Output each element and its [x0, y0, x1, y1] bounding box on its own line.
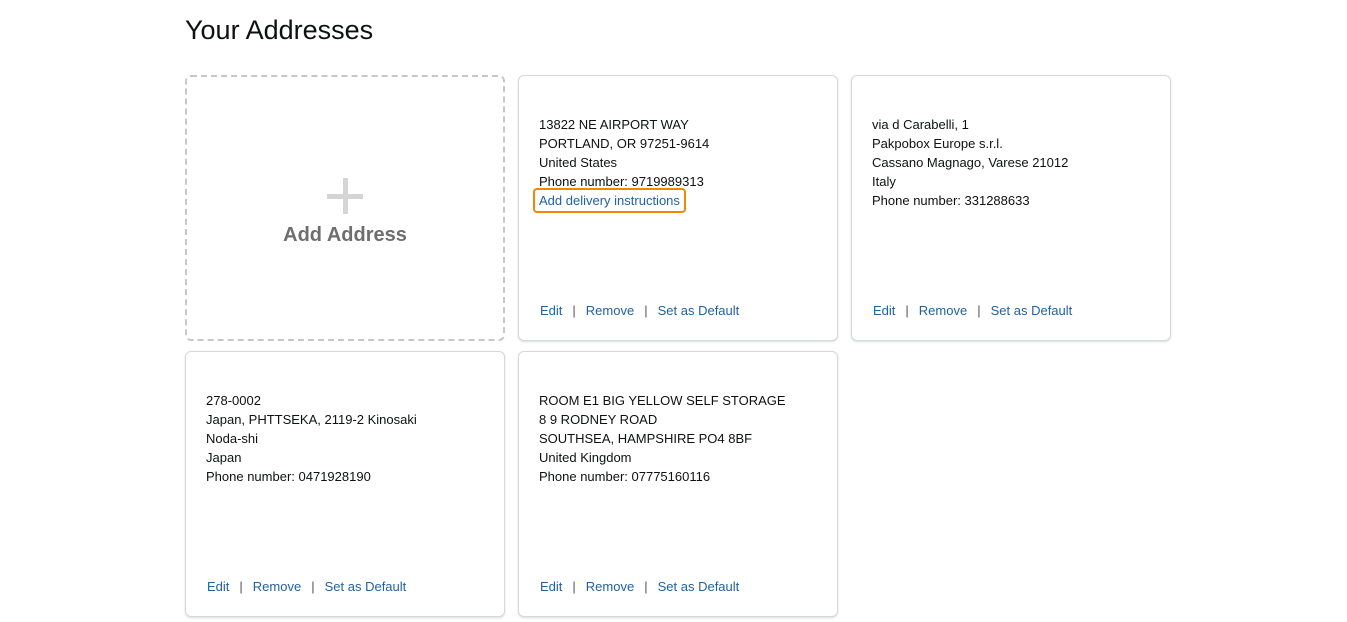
add-address-label: Add Address	[283, 223, 407, 246]
address-line: Cassano Magnago, Varese 21012	[872, 155, 1069, 170]
edit-link[interactable]: Edit	[207, 579, 229, 594]
address-card: via d Carabelli, 1 Pakpobox Europe s.r.l…	[851, 75, 1171, 341]
address-line: Pakpobox Europe s.r.l.	[872, 136, 1003, 151]
address-block: 13822 NE AIRPORT WAY PORTLAND, OR 97251-…	[533, 115, 710, 213]
add-address-card[interactable]: Add Address	[185, 75, 505, 341]
separator: |	[905, 303, 909, 318]
edit-link[interactable]: Edit	[873, 303, 895, 318]
address-block: 278-0002 Japan, PHTTSEKA, 2119-2 Kinosak…	[206, 391, 417, 486]
edit-link[interactable]: Edit	[540, 303, 562, 318]
address-line: SOUTHSEA, HAMPSHIRE PO4 8BF	[539, 431, 753, 446]
address-card: 13822 NE AIRPORT WAY PORTLAND, OR 97251-…	[518, 75, 838, 341]
address-block: via d Carabelli, 1 Pakpobox Europe s.r.l…	[872, 115, 1068, 210]
address-line: via d Carabelli, 1	[872, 117, 969, 132]
address-line: Japan, PHTTSEKA, 2119-2 Kinosaki	[206, 412, 417, 427]
plus-icon	[327, 177, 363, 214]
add-delivery-instructions-link[interactable]: Add delivery instructions	[533, 188, 686, 213]
address-actions: Edit | Remove | Set as Default	[873, 301, 1072, 320]
page-title: Your Addresses	[185, 15, 374, 45]
address-actions: Edit | Remove | Set as Default	[207, 577, 406, 596]
set-as-default-link[interactable]: Set as Default	[991, 303, 1073, 318]
set-as-default-link[interactable]: Set as Default	[658, 579, 740, 594]
remove-link[interactable]: Remove	[586, 303, 634, 318]
separator: |	[239, 579, 243, 594]
remove-link[interactable]: Remove	[586, 579, 634, 594]
separator: |	[572, 303, 576, 318]
set-as-default-link[interactable]: Set as Default	[658, 303, 740, 318]
separator: |	[311, 579, 315, 594]
address-line: 13822 NE AIRPORT WAY	[539, 117, 689, 132]
separator: |	[572, 579, 576, 594]
address-line: PORTLAND, OR 97251-9614	[539, 136, 710, 151]
separator: |	[977, 303, 981, 318]
address-card: ROOM E1 BIG YELLOW SELF STORAGE 8 9 RODN…	[518, 351, 838, 617]
address-block: ROOM E1 BIG YELLOW SELF STORAGE 8 9 RODN…	[539, 391, 786, 486]
address-line: United Kingdom	[539, 450, 632, 465]
address-line: ROOM E1 BIG YELLOW SELF STORAGE	[539, 393, 786, 408]
address-line: Japan	[206, 450, 242, 465]
address-line: Italy	[872, 174, 896, 189]
address-line: 8 9 RODNEY ROAD	[539, 412, 658, 427]
address-actions: Edit | Remove | Set as Default	[540, 301, 739, 320]
remove-link[interactable]: Remove	[253, 579, 301, 594]
address-actions: Edit | Remove | Set as Default	[540, 577, 739, 596]
phone-number: Phone number: 0471928190	[206, 469, 371, 484]
separator: |	[644, 579, 648, 594]
address-line: Noda-shi	[206, 431, 259, 446]
phone-number: Phone number: 07775160116	[539, 469, 711, 484]
address-card: 278-0002 Japan, PHTTSEKA, 2119-2 Kinosak…	[185, 351, 505, 617]
phone-number: Phone number: 9719989313	[539, 174, 704, 189]
separator: |	[644, 303, 648, 318]
address-line: United States	[539, 155, 618, 170]
phone-number: Phone number: 331288633	[872, 193, 1030, 208]
address-line: 278-0002	[206, 393, 261, 408]
remove-link[interactable]: Remove	[919, 303, 967, 318]
set-as-default-link[interactable]: Set as Default	[325, 579, 407, 594]
edit-link[interactable]: Edit	[540, 579, 562, 594]
